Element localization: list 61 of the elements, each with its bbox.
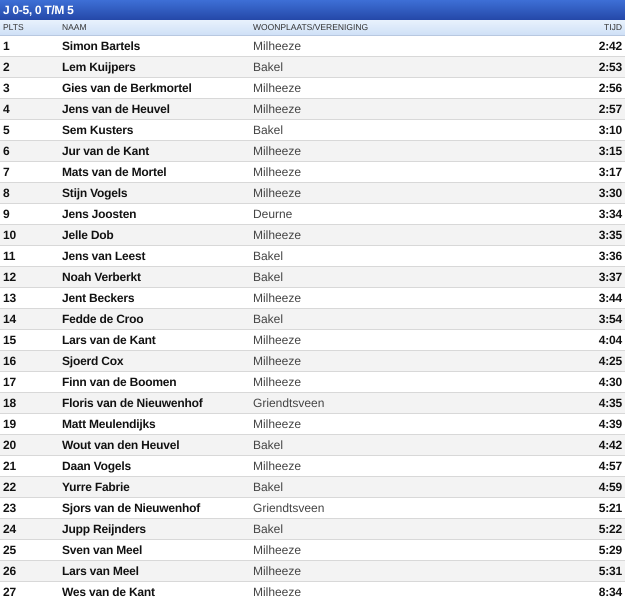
time-cell: 8:34 (545, 582, 625, 598)
club-cell: Milheeze (253, 141, 545, 162)
place-cell: 14 (0, 309, 62, 330)
time-cell: 2:57 (545, 99, 625, 120)
column-header: WOONPLAATS/VERENIGING (253, 20, 545, 36)
place-cell: 10 (0, 225, 62, 246)
place-cell: 22 (0, 477, 62, 498)
time-cell: 3:15 (545, 141, 625, 162)
club-cell: Milheeze (253, 225, 545, 246)
name-cell: Jur van de Kant (62, 141, 253, 162)
club-cell: Milheeze (253, 561, 545, 582)
name-cell: Lars van Meel (62, 561, 253, 582)
club-cell: Bakel (253, 309, 545, 330)
place-cell: 20 (0, 435, 62, 456)
name-cell: Wes van de Kant (62, 582, 253, 598)
place-cell: 18 (0, 393, 62, 414)
club-cell: Milheeze (253, 351, 545, 372)
time-cell: 4:35 (545, 393, 625, 414)
place-cell: 2 (0, 57, 62, 78)
time-cell: 2:53 (545, 57, 625, 78)
column-header: NAAM (62, 20, 253, 36)
club-cell: Bakel (253, 267, 545, 288)
place-cell: 26 (0, 561, 62, 582)
time-cell: 4:59 (545, 477, 625, 498)
club-cell: Bakel (253, 435, 545, 456)
club-cell: Griendtsveen (253, 393, 545, 414)
time-cell: 3:30 (545, 183, 625, 204)
place-cell: 16 (0, 351, 62, 372)
name-cell: Jelle Dob (62, 225, 253, 246)
time-cell: 3:37 (545, 267, 625, 288)
place-cell: 24 (0, 519, 62, 540)
name-cell: Fedde de Croo (62, 309, 253, 330)
time-cell: 5:22 (545, 519, 625, 540)
name-cell: Yurre Fabrie (62, 477, 253, 498)
place-cell: 8 (0, 183, 62, 204)
column-header: TIJD (545, 20, 625, 36)
name-cell: Wout van den Heuvel (62, 435, 253, 456)
name-cell: Jupp Reijnders (62, 519, 253, 540)
place-cell: 4 (0, 99, 62, 120)
club-cell: Milheeze (253, 582, 545, 598)
name-cell: Sjoerd Cox (62, 351, 253, 372)
place-cell: 12 (0, 267, 62, 288)
time-cell: 5:31 (545, 561, 625, 582)
time-cell: 4:25 (545, 351, 625, 372)
name-cell: Lem Kuijpers (62, 57, 253, 78)
club-cell: Milheeze (253, 183, 545, 204)
club-cell: Bakel (253, 519, 545, 540)
place-cell: 6 (0, 141, 62, 162)
time-cell: 3:54 (545, 309, 625, 330)
time-cell: 3:35 (545, 225, 625, 246)
table-title: J 0-5, 0 T/M 5 (0, 0, 625, 20)
club-cell: Bakel (253, 477, 545, 498)
name-cell: Jens van de Heuvel (62, 99, 253, 120)
name-cell: Floris van de Nieuwenhof (62, 393, 253, 414)
club-cell: Bakel (253, 57, 545, 78)
name-cell: Noah Verberkt (62, 267, 253, 288)
time-cell: 4:42 (545, 435, 625, 456)
club-cell: Milheeze (253, 99, 545, 120)
name-cell: Stijn Vogels (62, 183, 253, 204)
column-header: PLTS (0, 20, 62, 36)
place-cell: 27 (0, 582, 62, 598)
